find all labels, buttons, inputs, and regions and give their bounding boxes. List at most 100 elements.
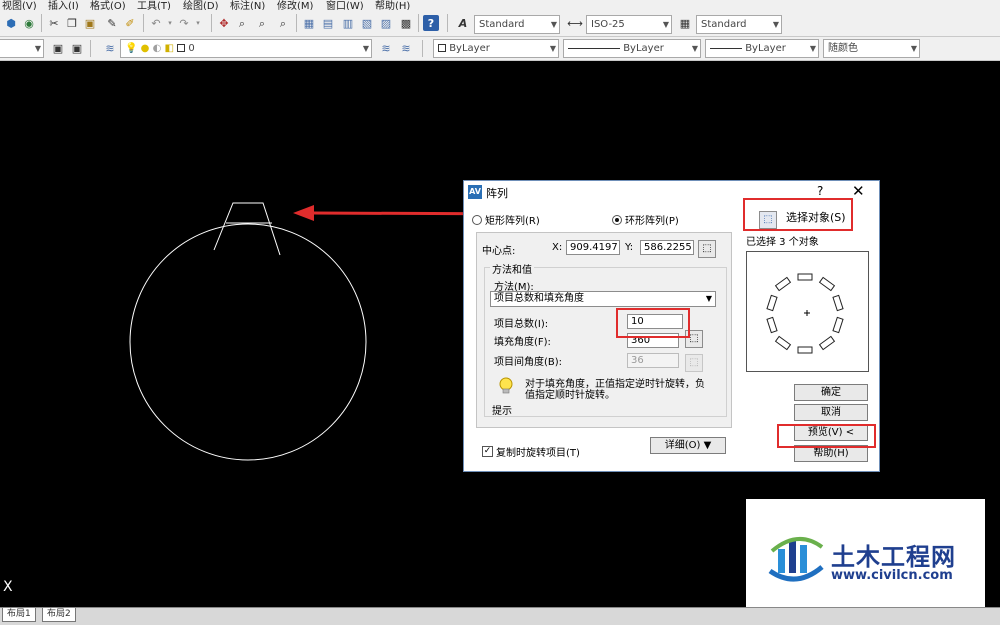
color-select[interactable]: ByLayer ▼ [433, 39, 559, 58]
menu-format[interactable]: 格式(O) [90, 0, 126, 10]
highlight-preview [777, 424, 876, 448]
chevron-down-icon[interactable]: ▾ [190, 15, 206, 31]
text-style-select[interactable]: Standard ▼ [474, 15, 560, 34]
copy-icon[interactable]: ❐ [64, 15, 80, 31]
check-icon: ✓ [482, 446, 493, 457]
rotate-items-label: 复制时旋转项目(T) [496, 448, 580, 459]
radio-polar-label: 环形阵列(P) [625, 216, 679, 227]
menu-help[interactable]: 帮助(H) [375, 0, 410, 10]
zoom-previous-icon[interactable]: ⌕ [275, 15, 291, 31]
linetype-value: ByLayer [623, 43, 664, 54]
menu-view[interactable]: 视图(V) [2, 0, 37, 10]
highlight-select-objects [743, 198, 853, 231]
drawn-circle[interactable] [129, 223, 367, 461]
text-style-icon[interactable]: A [455, 15, 471, 31]
item-angle-input[interactable]: 36 [627, 353, 679, 368]
array-preview-svg [766, 273, 844, 354]
menu-dimension[interactable]: 标注(N) [230, 0, 265, 10]
color-value: ByLayer [449, 43, 490, 54]
design-center-icon[interactable]: ▤ [320, 15, 336, 31]
color-swatch-icon [177, 44, 186, 52]
menu-tools[interactable]: 工具(T) [137, 0, 171, 10]
layer-select[interactable]: 💡 ● ◐ ◧ 0 ▼ [120, 39, 372, 58]
toolbar-separator [211, 14, 212, 32]
menu-bar: 视图(V) 插入(I) 格式(O) 工具(T) 绘图(D) 标注(N) 修改(M… [0, 0, 1000, 10]
radio-indicator [472, 214, 482, 225]
center-y-input[interactable]: 586.2255 [640, 240, 694, 255]
tool-palettes-icon[interactable]: ▥ [340, 15, 356, 31]
chevron-down-icon: ▼ [703, 440, 712, 451]
table-style-icon[interactable]: ▦ [677, 15, 693, 31]
toolbar-separator [90, 40, 91, 57]
light-bulb-icon: 💡 [125, 43, 138, 54]
radio-rectangular-array[interactable]: 矩形阵列(R) [472, 212, 540, 227]
toolbar-separator [447, 14, 448, 32]
pan-icon[interactable]: ✥ [216, 15, 232, 31]
drawn-tooth[interactable] [213, 202, 281, 256]
radio-polar-array[interactable]: 环形阵列(P) [612, 212, 679, 227]
method-select[interactable]: 项目总数和填充角度 ▼ [490, 291, 716, 307]
close-icon[interactable]: ✕ [852, 182, 865, 200]
layers-properties-toolbar: ▼ ▣ ▣ ≋ 💡 ● ◐ ◧ 0 ▼ ≋ ≋ ByLayer ▼ ByLaye… [0, 37, 1000, 61]
x-label: X: [552, 242, 563, 253]
dim-style-select[interactable]: ISO-25 ▼ [586, 15, 672, 34]
table-style-select[interactable]: Standard ▼ [696, 15, 782, 34]
chevron-down-icon: ▼ [550, 20, 557, 29]
chevron-down-icon: ▼ [662, 20, 669, 29]
zoom-window-icon[interactable]: ⌕ [254, 15, 270, 31]
workspace-select[interactable]: ▼ [0, 39, 44, 58]
toolbar-separator [296, 14, 297, 32]
center-x-input[interactable]: 909.4197 [566, 240, 620, 255]
menu-window[interactable]: 窗口(W) [326, 0, 364, 10]
pick-center-button[interactable]: ⬚ [698, 240, 716, 258]
chevron-down-icon: ▼ [549, 44, 556, 53]
annotation-arrow-head [293, 205, 314, 221]
selected-count-text: 已选择 3 个对象 [746, 237, 819, 248]
tab-layout1[interactable]: 布局1 [2, 608, 36, 622]
tab-layout2[interactable]: 布局2 [42, 608, 76, 622]
help-icon[interactable]: ? [423, 15, 439, 31]
menu-draw[interactable]: 绘图(D) [183, 0, 219, 10]
layer-name-value: 0 [188, 43, 195, 54]
ok-button[interactable]: 确定 [794, 384, 868, 401]
layer-state-icon[interactable]: ▣ [69, 40, 85, 56]
zoom-realtime-icon[interactable]: ⌕ [234, 15, 250, 31]
cut-icon[interactable]: ✂ [46, 15, 62, 31]
menu-modify[interactable]: 修改(M) [277, 0, 313, 10]
layout-tabs: 布局1 布局2 [0, 607, 1000, 625]
cancel-button[interactable]: 取消 [794, 404, 868, 421]
web-icon[interactable]: ◉ [21, 15, 37, 31]
properties-icon[interactable]: ▦ [301, 15, 317, 31]
help-icon[interactable]: ? [817, 184, 823, 198]
chevron-down-icon: ▼ [362, 44, 369, 53]
calculator-icon[interactable]: ▩ [398, 15, 414, 31]
paste-icon[interactable]: ▣ [82, 15, 98, 31]
block-editor-icon[interactable]: ✐ [122, 15, 138, 31]
plot-style-select[interactable]: 随颜色 ▼ [823, 39, 920, 58]
layer-previous-icon[interactable]: ▣ [50, 40, 66, 56]
menu-insert[interactable]: 插入(I) [48, 0, 79, 10]
watermark-logo-icon [768, 537, 824, 582]
linetype-select[interactable]: ByLayer ▼ [563, 39, 701, 58]
sheet-set-icon[interactable]: ▧ [359, 15, 375, 31]
layer-manager-icon[interactable]: ≋ [102, 40, 118, 56]
details-button[interactable]: 详细(O) ▼ [650, 437, 726, 454]
ucs-icon: X [3, 579, 13, 595]
markup-icon[interactable]: ▨ [378, 15, 394, 31]
layer-previous-2-icon[interactable]: ≋ [398, 40, 414, 56]
dim-style-icon[interactable]: ⟷ [567, 15, 583, 31]
publish-icon[interactable]: ⬢ [3, 15, 19, 31]
app-icon: AV [468, 185, 482, 199]
hint-label: 提示 [492, 406, 512, 417]
total-items-label: 项目总数(I): [494, 319, 549, 330]
make-current-layer-icon[interactable]: ≋ [378, 40, 394, 56]
plot-style-value: 随颜色 [828, 43, 858, 54]
line-sample [568, 47, 620, 49]
pick-item-angle-button[interactable]: ⬚ [685, 354, 703, 372]
chevron-down-icon: ▼ [910, 44, 917, 53]
match-properties-icon[interactable]: ✎ [104, 15, 120, 31]
cancel-label: 取消 [821, 407, 841, 418]
lineweight-select[interactable]: ByLayer ▼ [705, 39, 819, 58]
rotate-items-checkbox[interactable]: ✓ 复制时旋转项目(T) [482, 444, 580, 459]
chevron-down-icon: ▼ [691, 44, 698, 53]
